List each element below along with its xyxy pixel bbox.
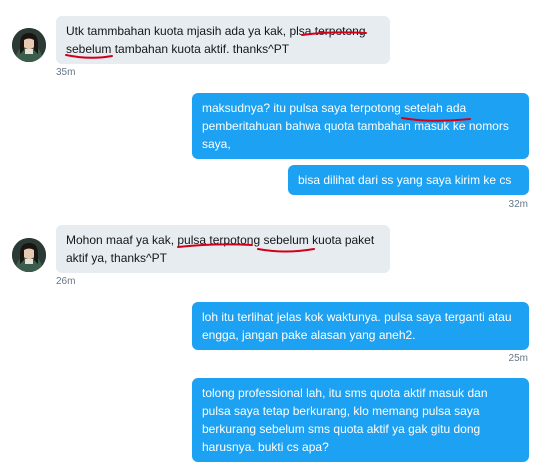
message-bubble-incoming[interactable]: Utk tammbahan kuota mjasih ada ya kak, p… (56, 16, 390, 64)
message-line: maksudnya? itu pulsa saya terpotong sete… (202, 101, 467, 115)
message-bubble-outgoing[interactable]: tolong professional lah, itu sms quota a… (192, 378, 529, 462)
message-line: pulsa saya tetap berkurang, klo memang p… (202, 404, 480, 418)
message-bubble-outgoing[interactable]: maksudnya? itu pulsa saya terpotong sete… (192, 93, 529, 159)
message-line: tolong professional lah, itu sms quota a… (202, 386, 488, 400)
message-bubble-incoming[interactable]: Mohon maaf ya kak, pulsa terpotong sebel… (56, 225, 390, 273)
message-line: pemberitahuan bahwa quota tambahan masuk… (202, 119, 509, 133)
message-line: berkurang sebelum sms quota aktif ya gak… (202, 422, 481, 436)
message-line: loh itu terlihat jelas kok waktunya. pul… (202, 310, 512, 324)
user-avatar-icon (12, 238, 46, 272)
message-timestamp: 25m (508, 353, 528, 364)
message-line: bisa dilihat dari ss yang saya kirim ke … (298, 173, 512, 187)
avatar[interactable] (12, 28, 46, 62)
message-bubble-outgoing[interactable]: loh itu terlihat jelas kok waktunya. pul… (192, 302, 529, 350)
message-bubble-outgoing[interactable]: bisa dilihat dari ss yang saya kirim ke … (288, 165, 529, 195)
message-line: saya, (202, 137, 231, 151)
message-line: aktif ya, thanks^PT (66, 251, 168, 265)
message-line: Utk tammbahan kuota mjasih ada ya kak, p… (66, 24, 366, 38)
avatar[interactable] (12, 238, 46, 272)
message-line: Mohon maaf ya kak, pulsa terpotong sebel… (66, 233, 375, 247)
user-avatar-icon (12, 28, 46, 62)
message-line: engga, jangan pake alasan yang aneh2. (202, 328, 416, 342)
message-line: sebelum tambahan kuota aktif. thanks^PT (66, 42, 290, 56)
message-timestamp: 26m (56, 276, 76, 287)
message-line: harusnya. bukti cs apa? (202, 440, 329, 454)
message-timestamp: 35m (56, 67, 76, 78)
message-timestamp: 32m (508, 199, 528, 210)
